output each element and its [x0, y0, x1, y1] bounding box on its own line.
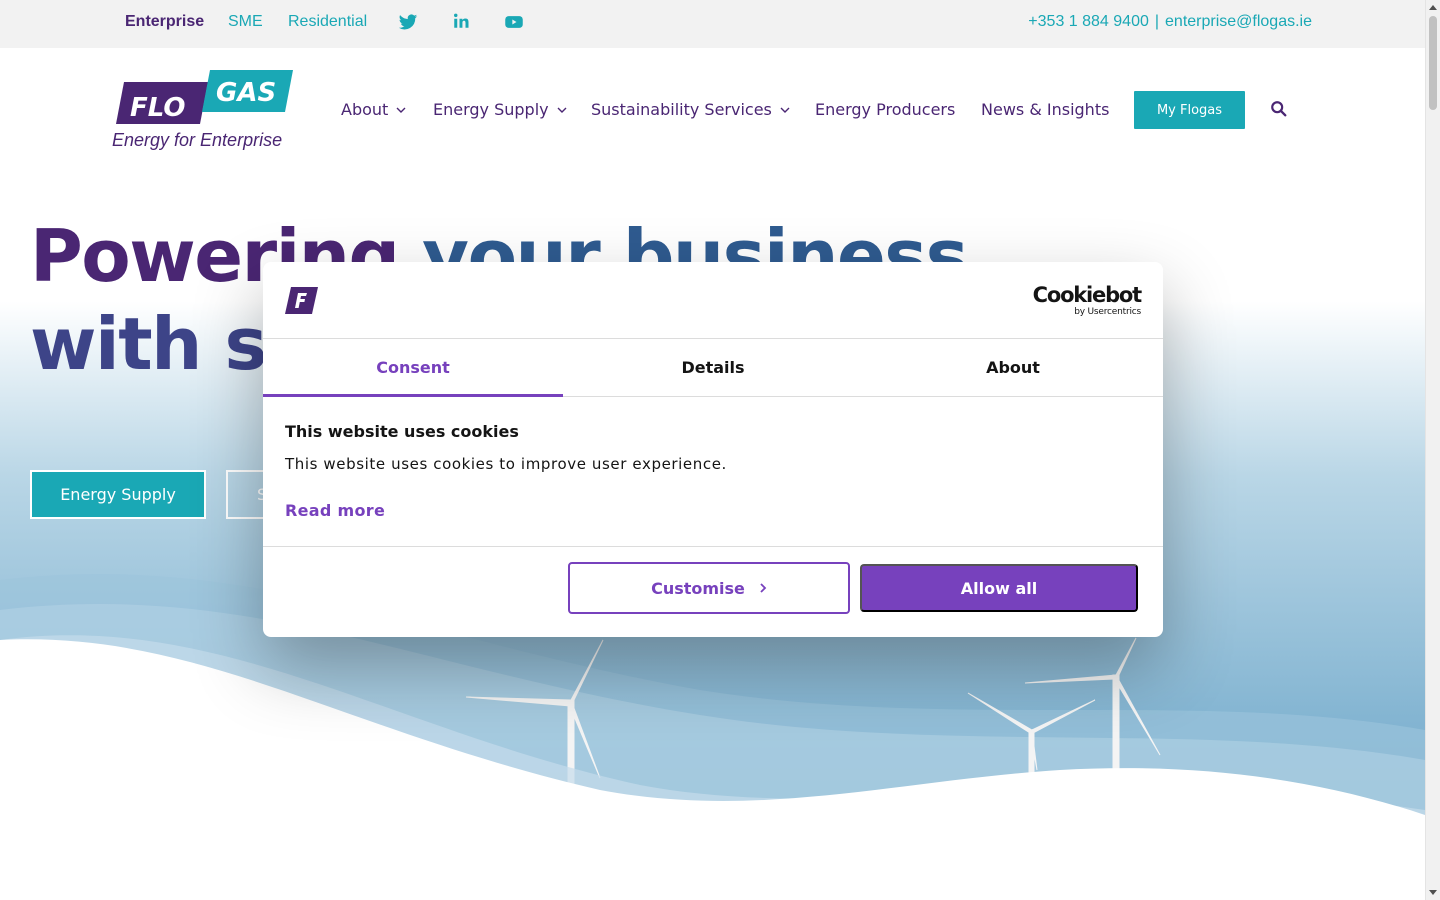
- linkedin-icon[interactable]: [452, 12, 474, 34]
- nav-energy-producers[interactable]: Energy Producers: [815, 100, 955, 119]
- nav-sustainability-services[interactable]: Sustainability Services: [591, 100, 790, 119]
- contact-separator: |: [1154, 13, 1160, 30]
- cookie-dialog-body: This website uses cookies This website u…: [285, 422, 1141, 520]
- nav-energy-supply-label: Energy Supply: [433, 100, 549, 119]
- chevron-right-icon: [760, 583, 767, 593]
- cookie-dialog-heading: This website uses cookies: [285, 422, 519, 441]
- nav-sustainability-services-label: Sustainability Services: [591, 100, 772, 119]
- cookie-dialog-footer: Customise Allow all: [263, 546, 1163, 637]
- logo-gas-text: GAS: [216, 78, 276, 108]
- phone-link[interactable]: +353 1 884 9400: [1028, 13, 1149, 30]
- nav-about-label: About: [341, 100, 389, 119]
- cookie-dialog-header: Cookiebot by Usercentrics: [263, 262, 1163, 339]
- contact-info: +353 1 884 9400 | enterprise@flogas.ie: [1028, 13, 1312, 31]
- nav-news-insights[interactable]: News & Insights: [981, 100, 1109, 119]
- cookiebot-brand-sub: by Usercentrics: [1074, 307, 1141, 317]
- flogas-f-icon: [285, 287, 318, 314]
- read-more-link[interactable]: Read more: [285, 501, 385, 520]
- page-scrollbar[interactable]: [1425, 0, 1440, 900]
- allow-all-button[interactable]: Allow all: [860, 564, 1138, 612]
- segment-sme-link[interactable]: SME: [228, 13, 263, 31]
- cookiebot-brand: Cookiebot: [1032, 283, 1143, 307]
- chevron-down-icon: [780, 107, 790, 113]
- flogas-logo-mark: FLO GAS: [116, 70, 293, 124]
- cookie-dialog-text: This website uses cookies to improve use…: [285, 455, 727, 473]
- twitter-icon[interactable]: [398, 12, 420, 34]
- my-flogas-button[interactable]: My Flogas: [1134, 91, 1245, 129]
- cookie-dialog-tabs: Consent Details About: [263, 339, 1163, 397]
- customise-button-label: Customise: [651, 578, 745, 598]
- search-icon[interactable]: [1270, 100, 1290, 120]
- nav-energy-supply[interactable]: Energy Supply: [433, 100, 567, 119]
- customise-button[interactable]: Customise: [568, 562, 850, 614]
- tab-about[interactable]: About: [863, 339, 1163, 396]
- chevron-down-icon: [557, 107, 567, 113]
- email-link[interactable]: enterprise@flogas.ie: [1165, 13, 1312, 30]
- youtube-icon[interactable]: [504, 12, 526, 34]
- top-bar: Enterprise SME Residential +353 1 884 94…: [0, 0, 1425, 48]
- segment-enterprise-link[interactable]: Enterprise: [125, 13, 204, 31]
- logo-flo-text: FLO: [130, 93, 186, 123]
- logo-tagline: Energy for Enterprise: [112, 130, 283, 150]
- nav-energy-producers-label: Energy Producers: [815, 100, 956, 119]
- cookie-consent-dialog: Cookiebot by Usercentrics Consent Detail…: [263, 262, 1163, 637]
- scrollbar-thumb[interactable]: [1429, 16, 1437, 110]
- chevron-down-icon: [396, 107, 406, 113]
- nav-about[interactable]: About: [341, 100, 406, 119]
- tab-details[interactable]: Details: [563, 339, 863, 396]
- flogas-logo[interactable]: FLO GAS Energy for Enterprise: [112, 68, 297, 152]
- tab-consent[interactable]: Consent: [263, 339, 563, 397]
- segment-residential-link[interactable]: Residential: [288, 13, 367, 31]
- site-header: FLO GAS Energy for Enterprise About Ener…: [0, 48, 1425, 170]
- nav-news-insights-label: News & Insights: [981, 100, 1110, 119]
- cookiebot-logo: Cookiebot by Usercentrics: [1032, 283, 1143, 317]
- scroll-up-icon[interactable]: [1429, 5, 1437, 10]
- scroll-down-icon[interactable]: [1429, 890, 1437, 895]
- energy-supply-button[interactable]: Energy Supply: [30, 470, 206, 519]
